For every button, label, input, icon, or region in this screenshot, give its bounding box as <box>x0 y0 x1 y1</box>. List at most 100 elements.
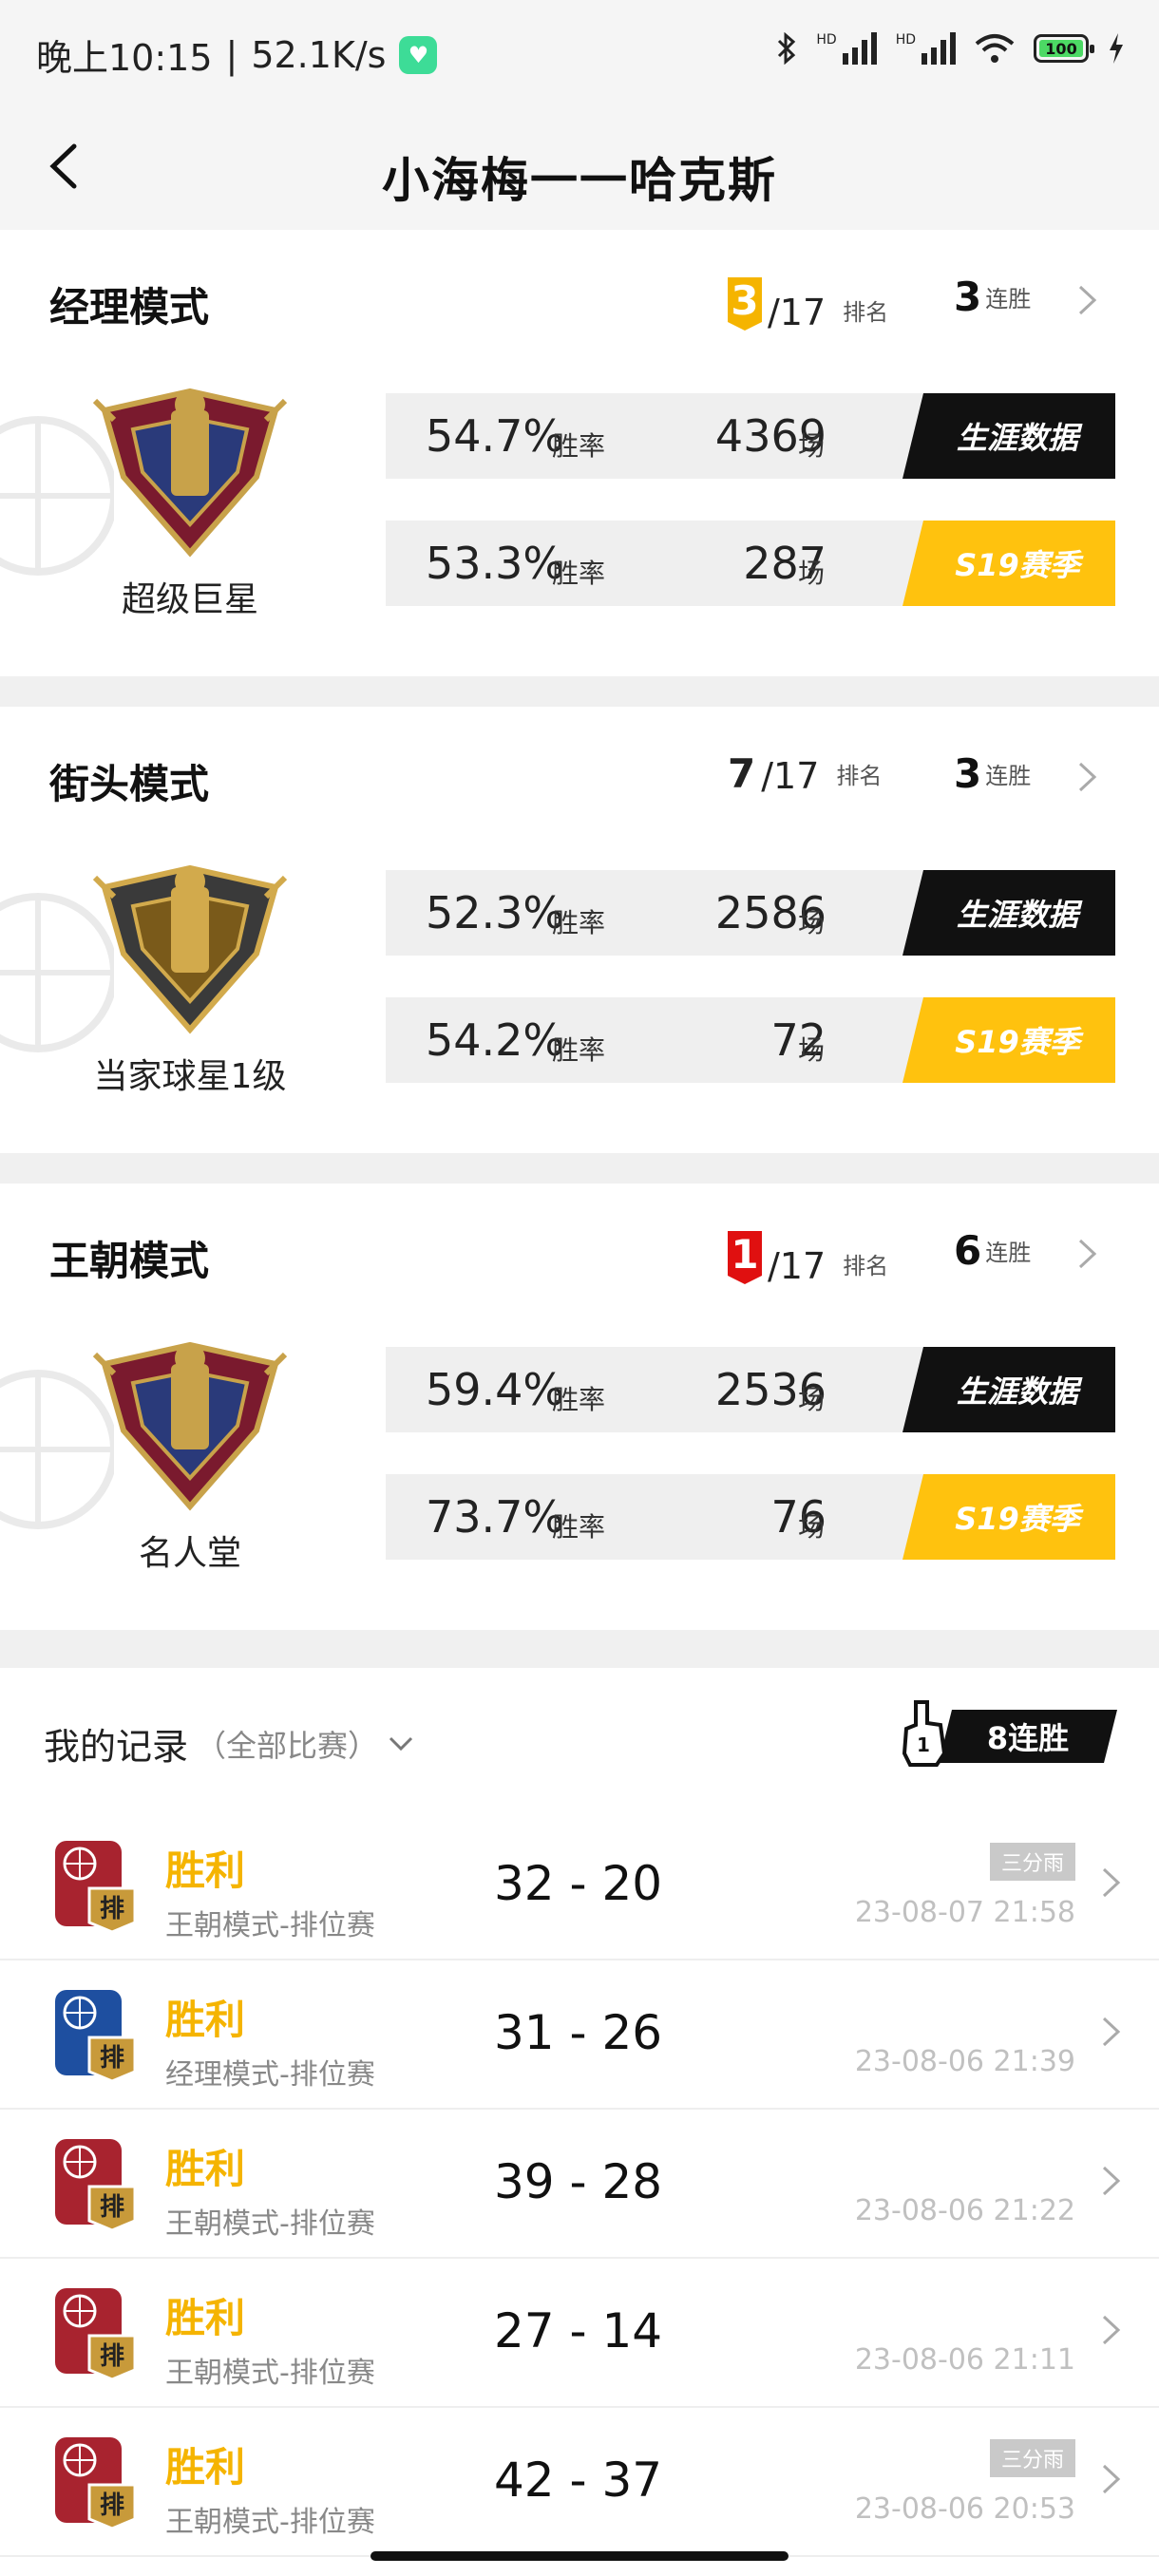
match-score: 27 - 14 <box>494 2303 663 2358</box>
rank-indicator: 3 /17 排名 <box>728 277 888 331</box>
season-button[interactable]: S19赛季 <box>902 1474 1115 1560</box>
rank-indicator: 1 /17 排名 <box>728 1231 888 1284</box>
signal-1-icon: HD <box>816 32 877 65</box>
rank-label: 排名 <box>843 299 889 326</box>
charging-icon <box>1110 33 1123 64</box>
chevron-right-icon[interactable] <box>1075 1237 1100 1271</box>
games-label: 场 <box>798 558 826 589</box>
network-speed: 52.1K/s <box>251 33 387 76</box>
season-stats-row[interactable]: 73.7% 胜率 76 场 S19赛季 <box>386 1474 1115 1560</box>
match-score: 42 - 37 <box>494 2453 663 2508</box>
app-notification-icon: ♥ <box>399 35 438 74</box>
svg-text:1: 1 <box>917 1733 930 1756</box>
match-score: 31 - 26 <box>494 2005 663 2060</box>
win-streak-label: 8连胜 <box>939 1710 1117 1763</box>
match-time: 23-08-06 20:53 <box>854 2492 1075 2526</box>
dynasty-ranked-icon: 排 <box>55 2437 137 2530</box>
match-result: 胜利 <box>165 1997 246 2043</box>
rank-tier-label: 当家球星1级 <box>93 1057 287 1096</box>
rank-total: /17 <box>768 292 826 333</box>
rank-number: 3 <box>728 277 762 331</box>
streak-number: 3 <box>954 750 982 797</box>
season-button[interactable]: S19赛季 <box>902 997 1115 1083</box>
match-time: 23-08-06 21:39 <box>854 2045 1075 2078</box>
win-rate-label: 胜率 <box>552 1511 606 1543</box>
match-record-row[interactable]: 排 胜利 王朝模式-排位赛 39 - 28 23-08-06 21:22 <box>0 2109 1159 2259</box>
career-data-button[interactable]: 生涯数据 <box>902 1347 1115 1432</box>
rank-emblem-icon <box>92 388 288 558</box>
match-time: 23-08-07 21:58 <box>854 1896 1075 1929</box>
rank-total: /17 <box>761 755 820 797</box>
streak-indicator: 3 连胜 <box>954 277 1031 317</box>
bluetooth-icon <box>778 32 796 65</box>
rank-tier-label: 超级巨星 <box>121 580 258 619</box>
rank-tier-label: 名人堂 <box>138 1534 241 1573</box>
chevron-right-icon <box>1102 2315 1121 2345</box>
career-stats-row[interactable]: 59.4% 胜率 2536 场 生涯数据 <box>386 1347 1115 1432</box>
status-divider: | <box>225 33 238 76</box>
season-button[interactable]: S19赛季 <box>902 521 1115 606</box>
rank-indicator: 7 /17 排名 <box>728 754 882 797</box>
match-result: 胜利 <box>165 2146 246 2192</box>
records-filter[interactable]: 我的记录 （全部比赛） <box>44 1717 414 1770</box>
manager-ranked-icon: 排 <box>55 1990 137 2083</box>
mode-title: 街头模式 <box>49 761 210 807</box>
match-result: 胜利 <box>165 2295 246 2341</box>
match-tag: 三分雨 <box>989 2439 1075 2477</box>
signal-2-icon: HD <box>896 32 956 65</box>
season-stats-row[interactable]: 54.2% 胜率 72 场 S19赛季 <box>386 997 1115 1083</box>
rank-label: 排名 <box>843 1253 889 1279</box>
win-rate-label: 胜率 <box>552 907 606 938</box>
career-data-button[interactable]: 生涯数据 <box>902 870 1115 956</box>
win-rate-value: 52.3% <box>426 887 565 938</box>
career-stats-row[interactable]: 54.7% 胜率 4369 场 生涯数据 <box>386 393 1115 479</box>
games-label: 场 <box>798 1034 826 1066</box>
match-score: 39 - 28 <box>494 2154 663 2209</box>
streak-label: 连胜 <box>985 1240 1032 1266</box>
status-time: 晚上10:15 <box>36 37 213 79</box>
home-indicator[interactable] <box>370 2551 788 2561</box>
match-record-row[interactable]: 排 胜利 王朝模式-排位赛 32 - 20 三分雨 23-08-07 21:58 <box>0 1810 1159 1960</box>
career-stats-row[interactable]: 52.3% 胜率 2586 场 生涯数据 <box>386 870 1115 956</box>
rank-emblem-icon <box>92 1341 288 1511</box>
games-label: 场 <box>798 1384 826 1415</box>
win-rate-label: 胜率 <box>552 1034 606 1066</box>
wifi-icon <box>975 34 1015 63</box>
streak-indicator: 3 连胜 <box>954 754 1031 794</box>
season-stats-row[interactable]: 53.3% 胜率 287 场 S19赛季 <box>386 521 1115 606</box>
records-title: 我的记录 <box>44 1726 189 1768</box>
match-result: 胜利 <box>165 1847 246 1894</box>
match-mode: 王朝模式-排位赛 <box>165 1909 375 1942</box>
mode-title: 经理模式 <box>49 284 210 331</box>
match-result: 胜利 <box>165 2444 246 2491</box>
chevron-right-icon[interactable] <box>1075 283 1100 317</box>
rank-icon-text: 排 <box>100 1895 124 1923</box>
chevron-right-icon <box>1102 2166 1121 2196</box>
match-score: 32 - 20 <box>494 1856 663 1911</box>
games-label: 场 <box>798 907 826 938</box>
rank-icon-text: 排 <box>100 2193 124 2222</box>
match-record-row[interactable]: 排 胜利 经理模式-排位赛 31 - 26 23-08-06 21:39 <box>0 1960 1159 2110</box>
status-left: 晚上10:15 | 52.1K/s ♥ <box>36 28 438 81</box>
games-label: 场 <box>798 1511 826 1543</box>
match-time: 23-08-06 21:11 <box>854 2343 1075 2377</box>
win-rate-value: 54.7% <box>426 410 565 462</box>
streak-indicator: 6 连胜 <box>954 1231 1031 1271</box>
win-rate-value: 73.7% <box>426 1491 565 1543</box>
match-record-row[interactable]: 排 胜利 王朝模式-排位赛 42 - 37 三分雨 23-08-06 20:53 <box>0 2407 1159 2557</box>
mode-card: 街头模式 7 /17 排名 3 连胜 当家球星1级 52.3% 胜率 2586 … <box>0 707 1159 1153</box>
rank-emblem-icon <box>92 864 288 1034</box>
dynasty-ranked-icon: 排 <box>55 2139 137 2232</box>
win-rate-value: 59.4% <box>426 1364 565 1415</box>
win-rate-label: 胜率 <box>552 430 606 462</box>
streak-label: 连胜 <box>985 286 1032 313</box>
career-data-button[interactable]: 生涯数据 <box>902 393 1115 479</box>
match-record-row[interactable]: 排 胜利 王朝模式-排位赛 27 - 14 23-08-06 21:11 <box>0 2258 1159 2408</box>
dynasty-ranked-icon: 排 <box>55 1841 137 1934</box>
mode-title: 王朝模式 <box>49 1238 210 1284</box>
win-rate-label: 胜率 <box>552 558 606 589</box>
chevron-right-icon[interactable] <box>1075 760 1100 794</box>
page-title: 小海梅一一哈克斯 <box>382 153 777 208</box>
records-filter-label: （全部比赛） <box>196 1727 379 1764</box>
match-mode: 经理模式-排位赛 <box>165 2058 375 2092</box>
